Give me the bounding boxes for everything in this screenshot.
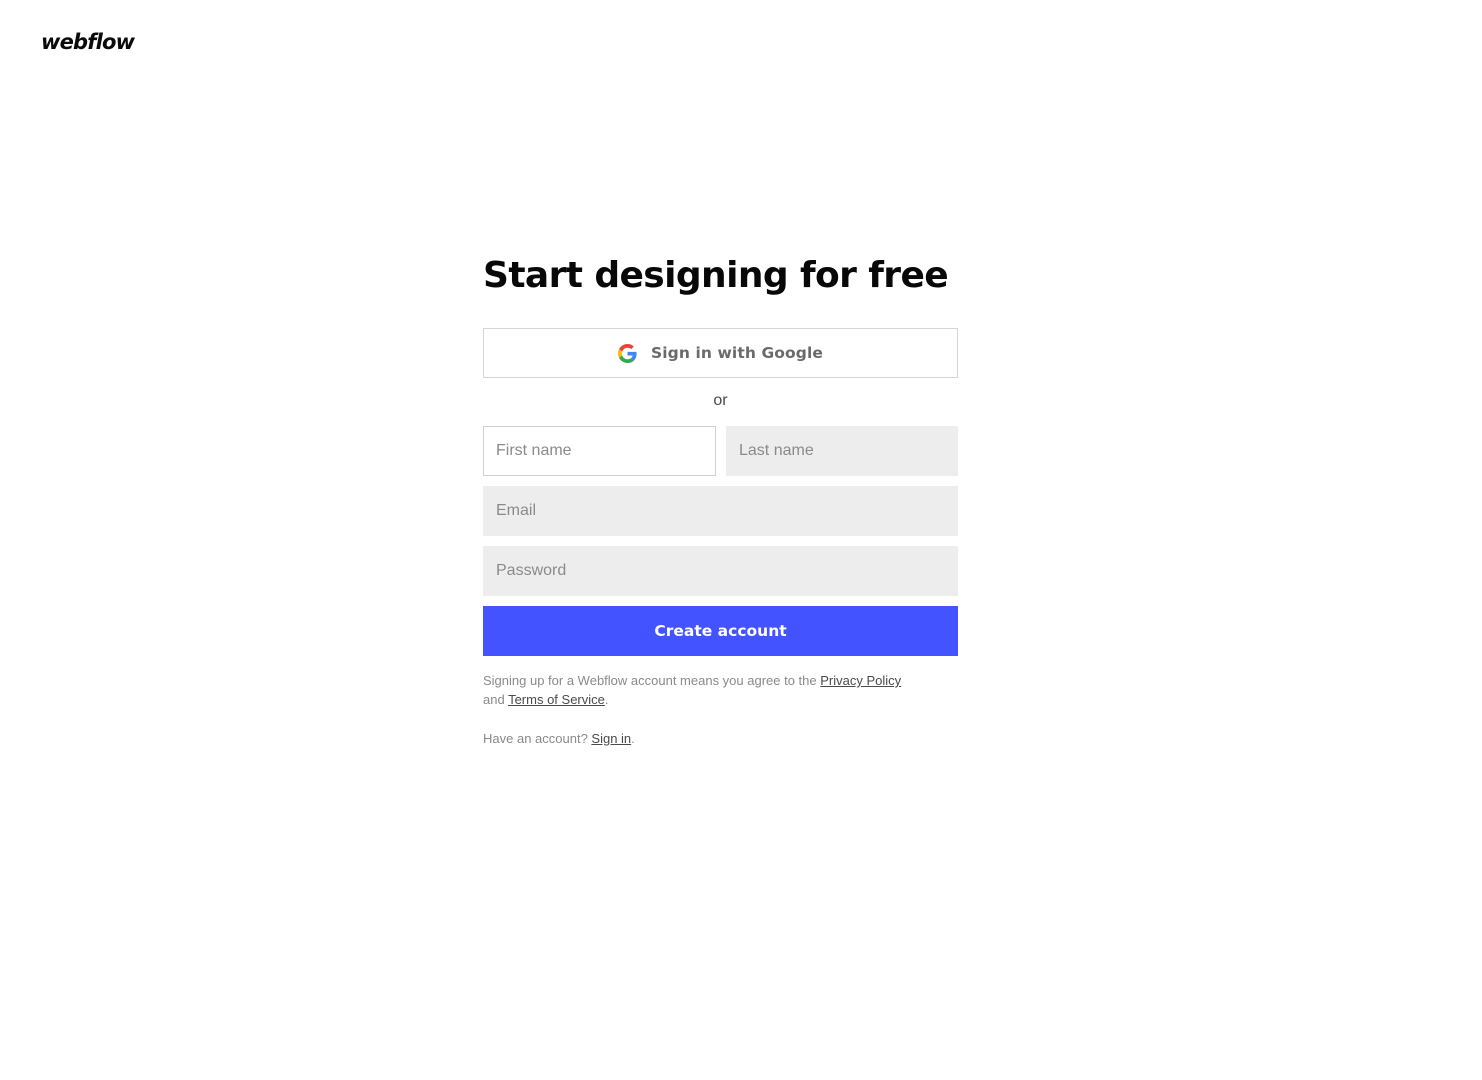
signin-suffix: . bbox=[631, 731, 635, 746]
password-input[interactable] bbox=[483, 546, 958, 596]
or-divider: or bbox=[713, 392, 728, 409]
first-name-input[interactable] bbox=[483, 426, 716, 476]
signin-prefix: Have an account? bbox=[483, 731, 592, 746]
google-icon bbox=[617, 343, 637, 363]
google-signin-label: Sign in with Google bbox=[650, 344, 824, 362]
email-input[interactable] bbox=[483, 486, 958, 536]
name-row bbox=[483, 426, 958, 486]
signin-prompt: Have an account? Sign in. bbox=[483, 729, 958, 748]
signup-form: Start designing for free Sign in with Go… bbox=[483, 250, 958, 748]
legal-suffix: . bbox=[604, 692, 609, 707]
webflow-logo[interactable]: webflow bbox=[41, 28, 135, 56]
privacy-policy-link[interactable]: Privacy Policy bbox=[820, 673, 901, 688]
legal-prefix: Signing up for a Webflow account means y… bbox=[483, 673, 821, 688]
page-title: Start designing for free bbox=[483, 255, 949, 296]
signin-link[interactable]: Sign in bbox=[591, 731, 631, 746]
create-account-button[interactable]: Create account bbox=[483, 606, 958, 656]
google-signin-button[interactable]: Sign in with Google bbox=[483, 328, 958, 378]
signup-page: webflow Start designing for free Sign in… bbox=[0, 0, 1482, 1080]
last-name-input[interactable] bbox=[726, 426, 958, 476]
terms-of-service-link[interactable]: Terms of Service bbox=[508, 692, 605, 707]
legal-notice: Signing up for a Webflow account means y… bbox=[483, 671, 958, 709]
legal-middle: and bbox=[483, 692, 509, 707]
